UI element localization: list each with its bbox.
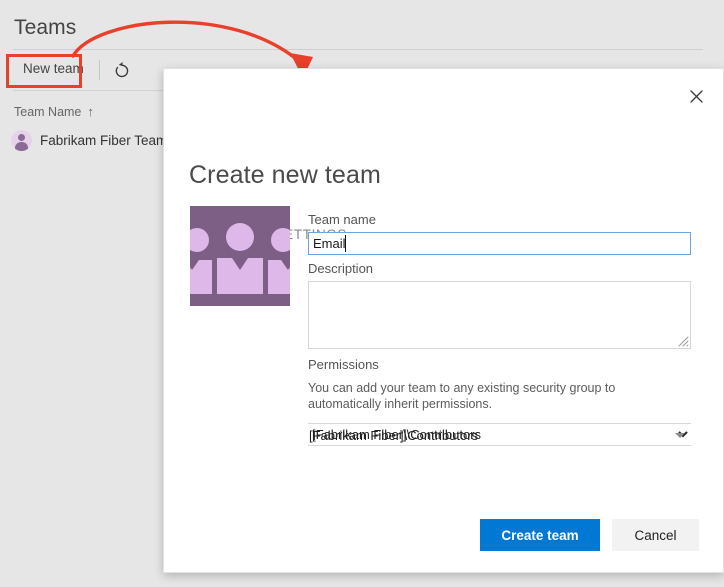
description-textarea[interactable] [308, 281, 691, 349]
toolbar-divider [99, 60, 100, 80]
title-divider [13, 49, 703, 50]
sort-ascending-icon: ↑ [87, 104, 94, 119]
team-people-icon [190, 206, 290, 306]
permissions-help-text: You can add your team to any existing se… [308, 380, 685, 412]
refresh-button[interactable] [109, 58, 137, 84]
permissions-label: Permissions [308, 357, 379, 372]
page-title: Teams [14, 16, 76, 40]
team-name-label: Team name [308, 212, 376, 227]
column-header-team-name[interactable]: Team Name ↑ [14, 104, 94, 119]
description-label: Description [308, 261, 373, 276]
list-item[interactable]: Fabrikam Fiber Team [11, 130, 167, 151]
text-caret [345, 235, 346, 252]
create-team-button[interactable]: Create team [480, 519, 600, 551]
column-header-label: Team Name [14, 105, 81, 119]
team-name-input[interactable] [308, 232, 691, 255]
new-team-button[interactable]: New team [13, 54, 94, 83]
cancel-button[interactable]: Cancel [612, 519, 699, 551]
refresh-icon [109, 58, 137, 84]
create-new-team-dialog: Create new team PROFILE SETTINGS [163, 68, 724, 573]
dialog-form: Team name Description Permissions You ca… [164, 69, 723, 572]
app-root: Teams New team Team Name ↑ Fabrikam Fiber… [0, 0, 724, 587]
list-item-label: Fabrikam Fiber Team [40, 133, 167, 148]
team-avatar-icon [11, 130, 32, 151]
permissions-select[interactable]: [Fabrikam Fiber]\Contributors [308, 423, 691, 446]
team-image-picker[interactable] [190, 206, 290, 306]
